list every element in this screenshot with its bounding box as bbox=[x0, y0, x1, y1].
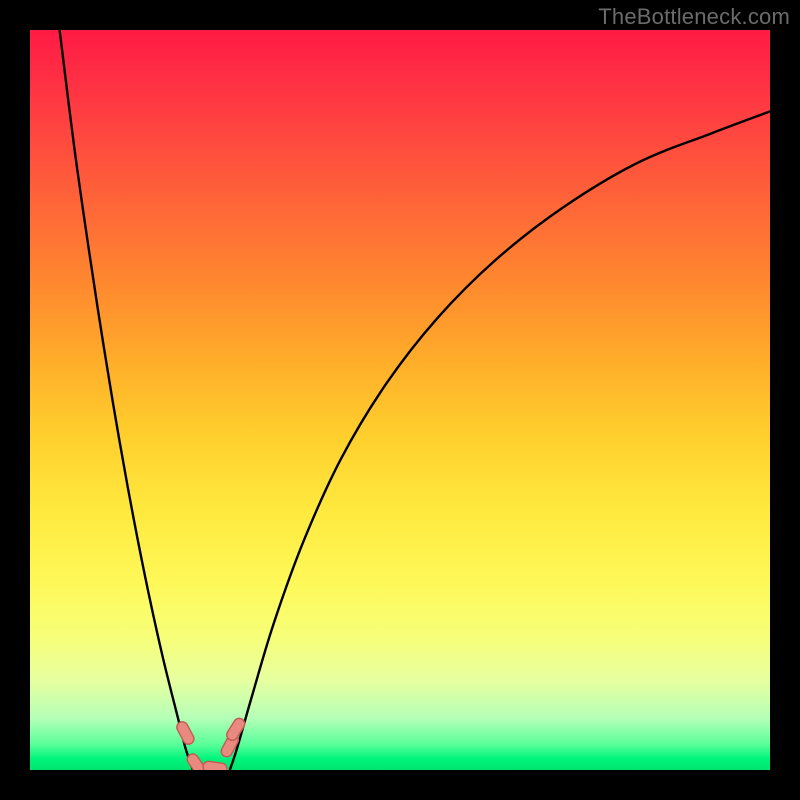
right-curve bbox=[230, 111, 770, 770]
chart-frame: TheBottleneck.com bbox=[0, 0, 800, 800]
pill-marker bbox=[175, 720, 196, 746]
pill-marker bbox=[202, 761, 227, 770]
plot-area bbox=[30, 30, 770, 770]
curve-layer bbox=[30, 30, 770, 770]
left-curve bbox=[60, 30, 193, 770]
watermark-text: TheBottleneck.com bbox=[598, 4, 790, 30]
marker-group bbox=[175, 716, 247, 770]
